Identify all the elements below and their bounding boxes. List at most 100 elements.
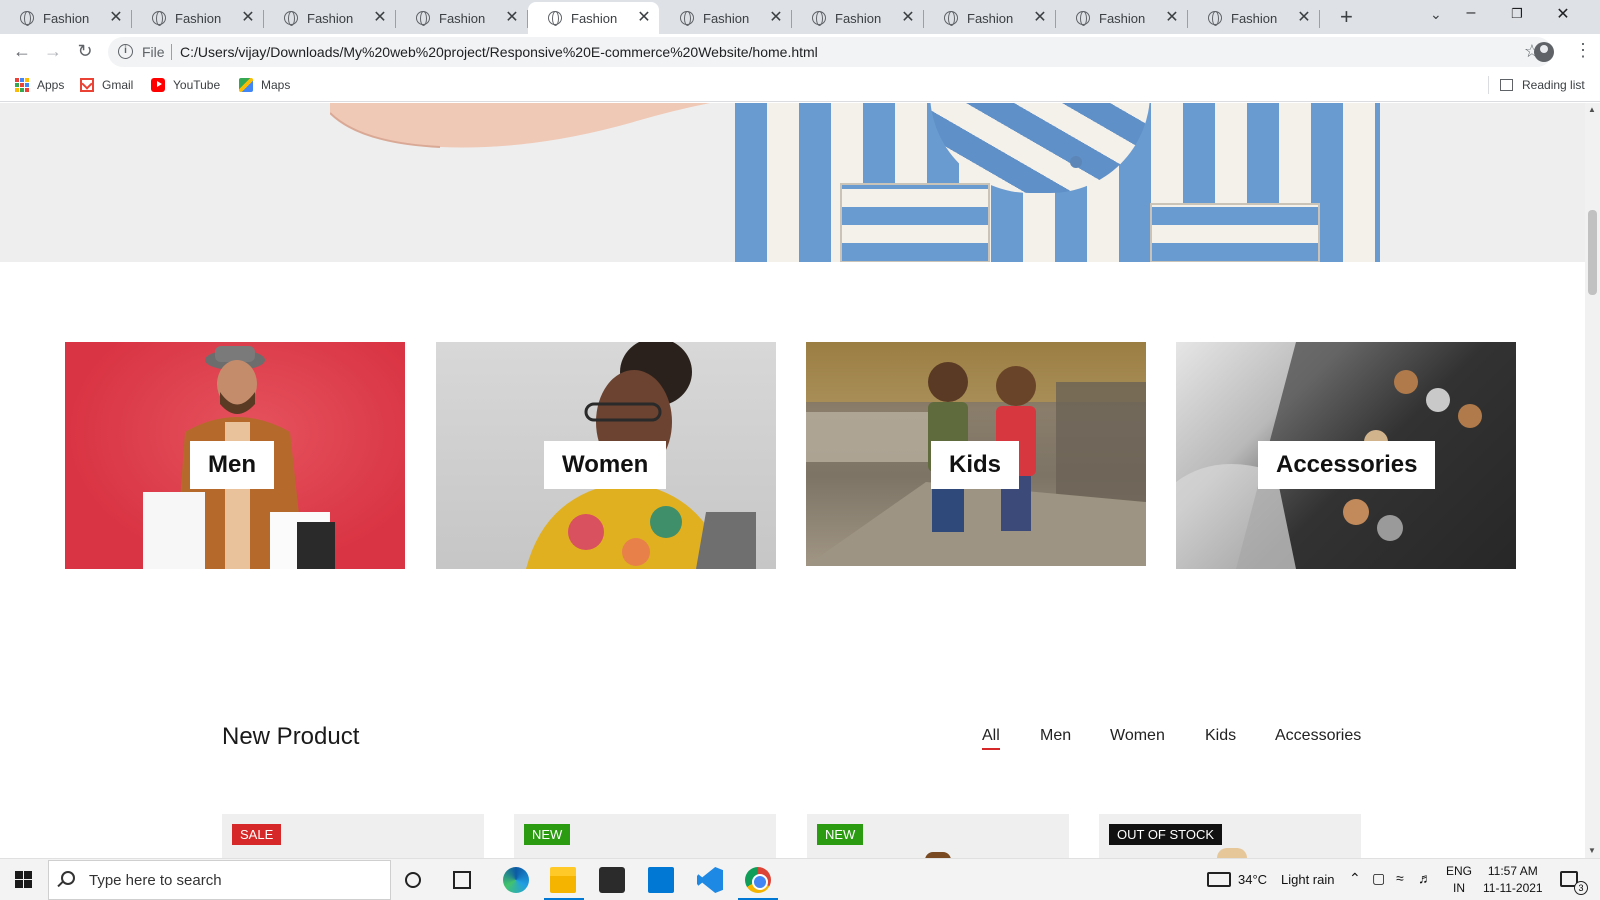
minimize-icon[interactable]: – [1448, 4, 1494, 22]
tab-close-icon[interactable]: ✕ [1033, 10, 1047, 26]
youtube-icon [151, 78, 165, 92]
product-card[interactable]: OUT OF STOCK [1099, 814, 1361, 858]
tab-close-icon[interactable]: ✕ [109, 10, 123, 26]
tab-title: Fashion [307, 10, 354, 26]
tab-close-icon[interactable]: ✕ [505, 10, 519, 26]
new-tab-button[interactable]: + [1340, 6, 1353, 28]
tab-close-icon[interactable]: ✕ [241, 10, 255, 26]
weather-text[interactable]: Light rain [1281, 872, 1334, 887]
product-card[interactable]: SALE [222, 814, 484, 858]
filter-tab-women[interactable]: Women [1110, 727, 1165, 745]
globe-icon [416, 11, 430, 26]
file-explorer-icon[interactable] [550, 867, 576, 893]
apps-grid-icon [15, 78, 29, 92]
page-scrollbar-thumb[interactable] [1588, 210, 1597, 295]
browser-tab[interactable]: Fashion ✕ [264, 2, 396, 34]
taskbar-search-box[interactable]: Type here to search [48, 860, 391, 900]
task-view-icon[interactable] [453, 871, 471, 889]
browser-tab-strip: Fashion ✕ Fashion ✕ Fashion ✕ Fashion ✕ Fashion ✕… [0, 0, 1600, 34]
tab-close-icon[interactable]: ✕ [769, 10, 783, 26]
reload-icon[interactable]: ↻ [73, 40, 97, 62]
restore-icon[interactable]: ❐ [1494, 6, 1540, 22]
browser-menu-icon[interactable]: ⋮ [1574, 40, 1592, 61]
bookmark-gmail[interactable]: Gmail [80, 78, 133, 92]
browser-tab[interactable]: Fashion ✕ [660, 2, 792, 34]
product-card[interactable]: NEW [807, 814, 1069, 858]
browser-tab[interactable]: Fashion ✕ [396, 2, 528, 34]
system-clock[interactable]: 11:57 AM 11-11-2021 [1483, 863, 1543, 897]
tab-close-icon[interactable]: ✕ [901, 10, 915, 26]
globe-icon [284, 11, 298, 26]
window-close-icon[interactable]: ✕ [1540, 4, 1586, 24]
reading-list-icon [1500, 79, 1513, 91]
category-card-women[interactable]: Women [436, 342, 776, 569]
bookmarks-bar: Apps Gmail YouTube Maps Reading list [0, 70, 1600, 102]
category-label-accessories: Accessories [1258, 441, 1436, 489]
tab-title: Fashion [703, 10, 750, 26]
tab-close-icon[interactable]: ✕ [373, 10, 387, 26]
forward-arrow-icon[interactable]: → [41, 40, 65, 62]
profile-avatar-icon[interactable] [1534, 42, 1554, 62]
category-label-men: Men [190, 441, 274, 489]
category-card-accessories[interactable]: Accessories [1176, 342, 1516, 569]
device-icon[interactable]: ▢ [1372, 870, 1385, 887]
tab-close-icon[interactable]: ✕ [1165, 10, 1179, 26]
globe-icon [548, 11, 562, 26]
browser-tab[interactable]: Fashion ✕ [1056, 2, 1188, 34]
new-product-title: New Product [222, 723, 360, 750]
filter-tab-men[interactable]: Men [1040, 727, 1071, 745]
browser-tab[interactable]: Fashion ✕ [0, 2, 132, 34]
tab-close-icon[interactable]: ✕ [637, 10, 651, 26]
clock-time: 11:57 AM [1487, 864, 1538, 878]
search-icon [61, 871, 75, 885]
scroll-down-arrow-icon[interactable]: ▼ [1588, 846, 1596, 855]
tab-title: Fashion [43, 10, 90, 26]
filter-tab-kids[interactable]: Kids [1205, 727, 1236, 745]
volume-icon[interactable]: ♬ [1418, 870, 1432, 886]
weather-icon[interactable] [1207, 872, 1231, 887]
browser-tab[interactable]: Fashion ✕ [528, 2, 659, 34]
clock-date: 11-11-2021 [1483, 881, 1543, 895]
address-bar[interactable]: i File C:/Users/vijay/Downloads/My%20web… [108, 37, 1552, 67]
globe-icon [20, 11, 34, 26]
url-text[interactable]: C:/Users/vijay/Downloads/My%20web%20proj… [180, 44, 818, 60]
weather-temp[interactable]: 34°C [1238, 872, 1267, 887]
filter-tab-all[interactable]: All [982, 727, 1000, 745]
windows-start-icon[interactable] [15, 871, 32, 888]
tab-separator [1319, 10, 1320, 28]
category-label-kids: Kids [931, 441, 1020, 489]
bookmark-maps[interactable]: Maps [239, 78, 290, 92]
microsoft-store-icon[interactable] [599, 867, 625, 893]
chrome-icon[interactable] [745, 867, 771, 893]
language-indicator[interactable]: ENG IN [1446, 863, 1472, 897]
browser-tab[interactable]: Fashion ✕ [1188, 2, 1320, 34]
bookmark-youtube[interactable]: YouTube [151, 78, 220, 92]
scroll-up-arrow-icon[interactable]: ▲ [1588, 105, 1596, 114]
show-hidden-icons-chevron-icon[interactable]: ⌃ [1349, 870, 1361, 887]
mail-icon[interactable] [648, 867, 674, 893]
edge-browser-icon[interactable] [503, 867, 529, 893]
browser-tab[interactable]: Fashion ✕ [924, 2, 1056, 34]
reading-list-button[interactable]: Reading list [1500, 78, 1585, 92]
maps-icon [239, 78, 253, 92]
product-card[interactable]: NEW [514, 814, 776, 858]
wifi-icon[interactable]: ≈ [1396, 870, 1404, 886]
back-arrow-icon[interactable]: ← [10, 40, 34, 62]
browser-tab[interactable]: Fashion ✕ [792, 2, 924, 34]
sale-badge: SALE [232, 824, 282, 845]
vscode-icon[interactable] [697, 867, 723, 893]
bookmark-label: Gmail [102, 78, 134, 92]
filter-tab-accessories[interactable]: Accessories [1275, 727, 1361, 745]
globe-icon [152, 11, 166, 26]
globe-icon [680, 11, 694, 26]
category-card-men[interactable]: Men [65, 342, 405, 569]
tab-close-icon[interactable]: ✕ [1297, 10, 1311, 26]
site-info-icon[interactable]: i [118, 44, 133, 59]
browser-tab[interactable]: Fashion ✕ [132, 2, 264, 34]
tab-title: Fashion [175, 10, 222, 26]
globe-icon [1208, 11, 1222, 26]
cortana-icon[interactable] [405, 872, 421, 888]
tab-search-chevron-icon[interactable]: ⌄ [1430, 6, 1442, 23]
bookmark-apps[interactable]: Apps [15, 78, 64, 92]
category-card-kids[interactable]: Kids [806, 342, 1146, 566]
